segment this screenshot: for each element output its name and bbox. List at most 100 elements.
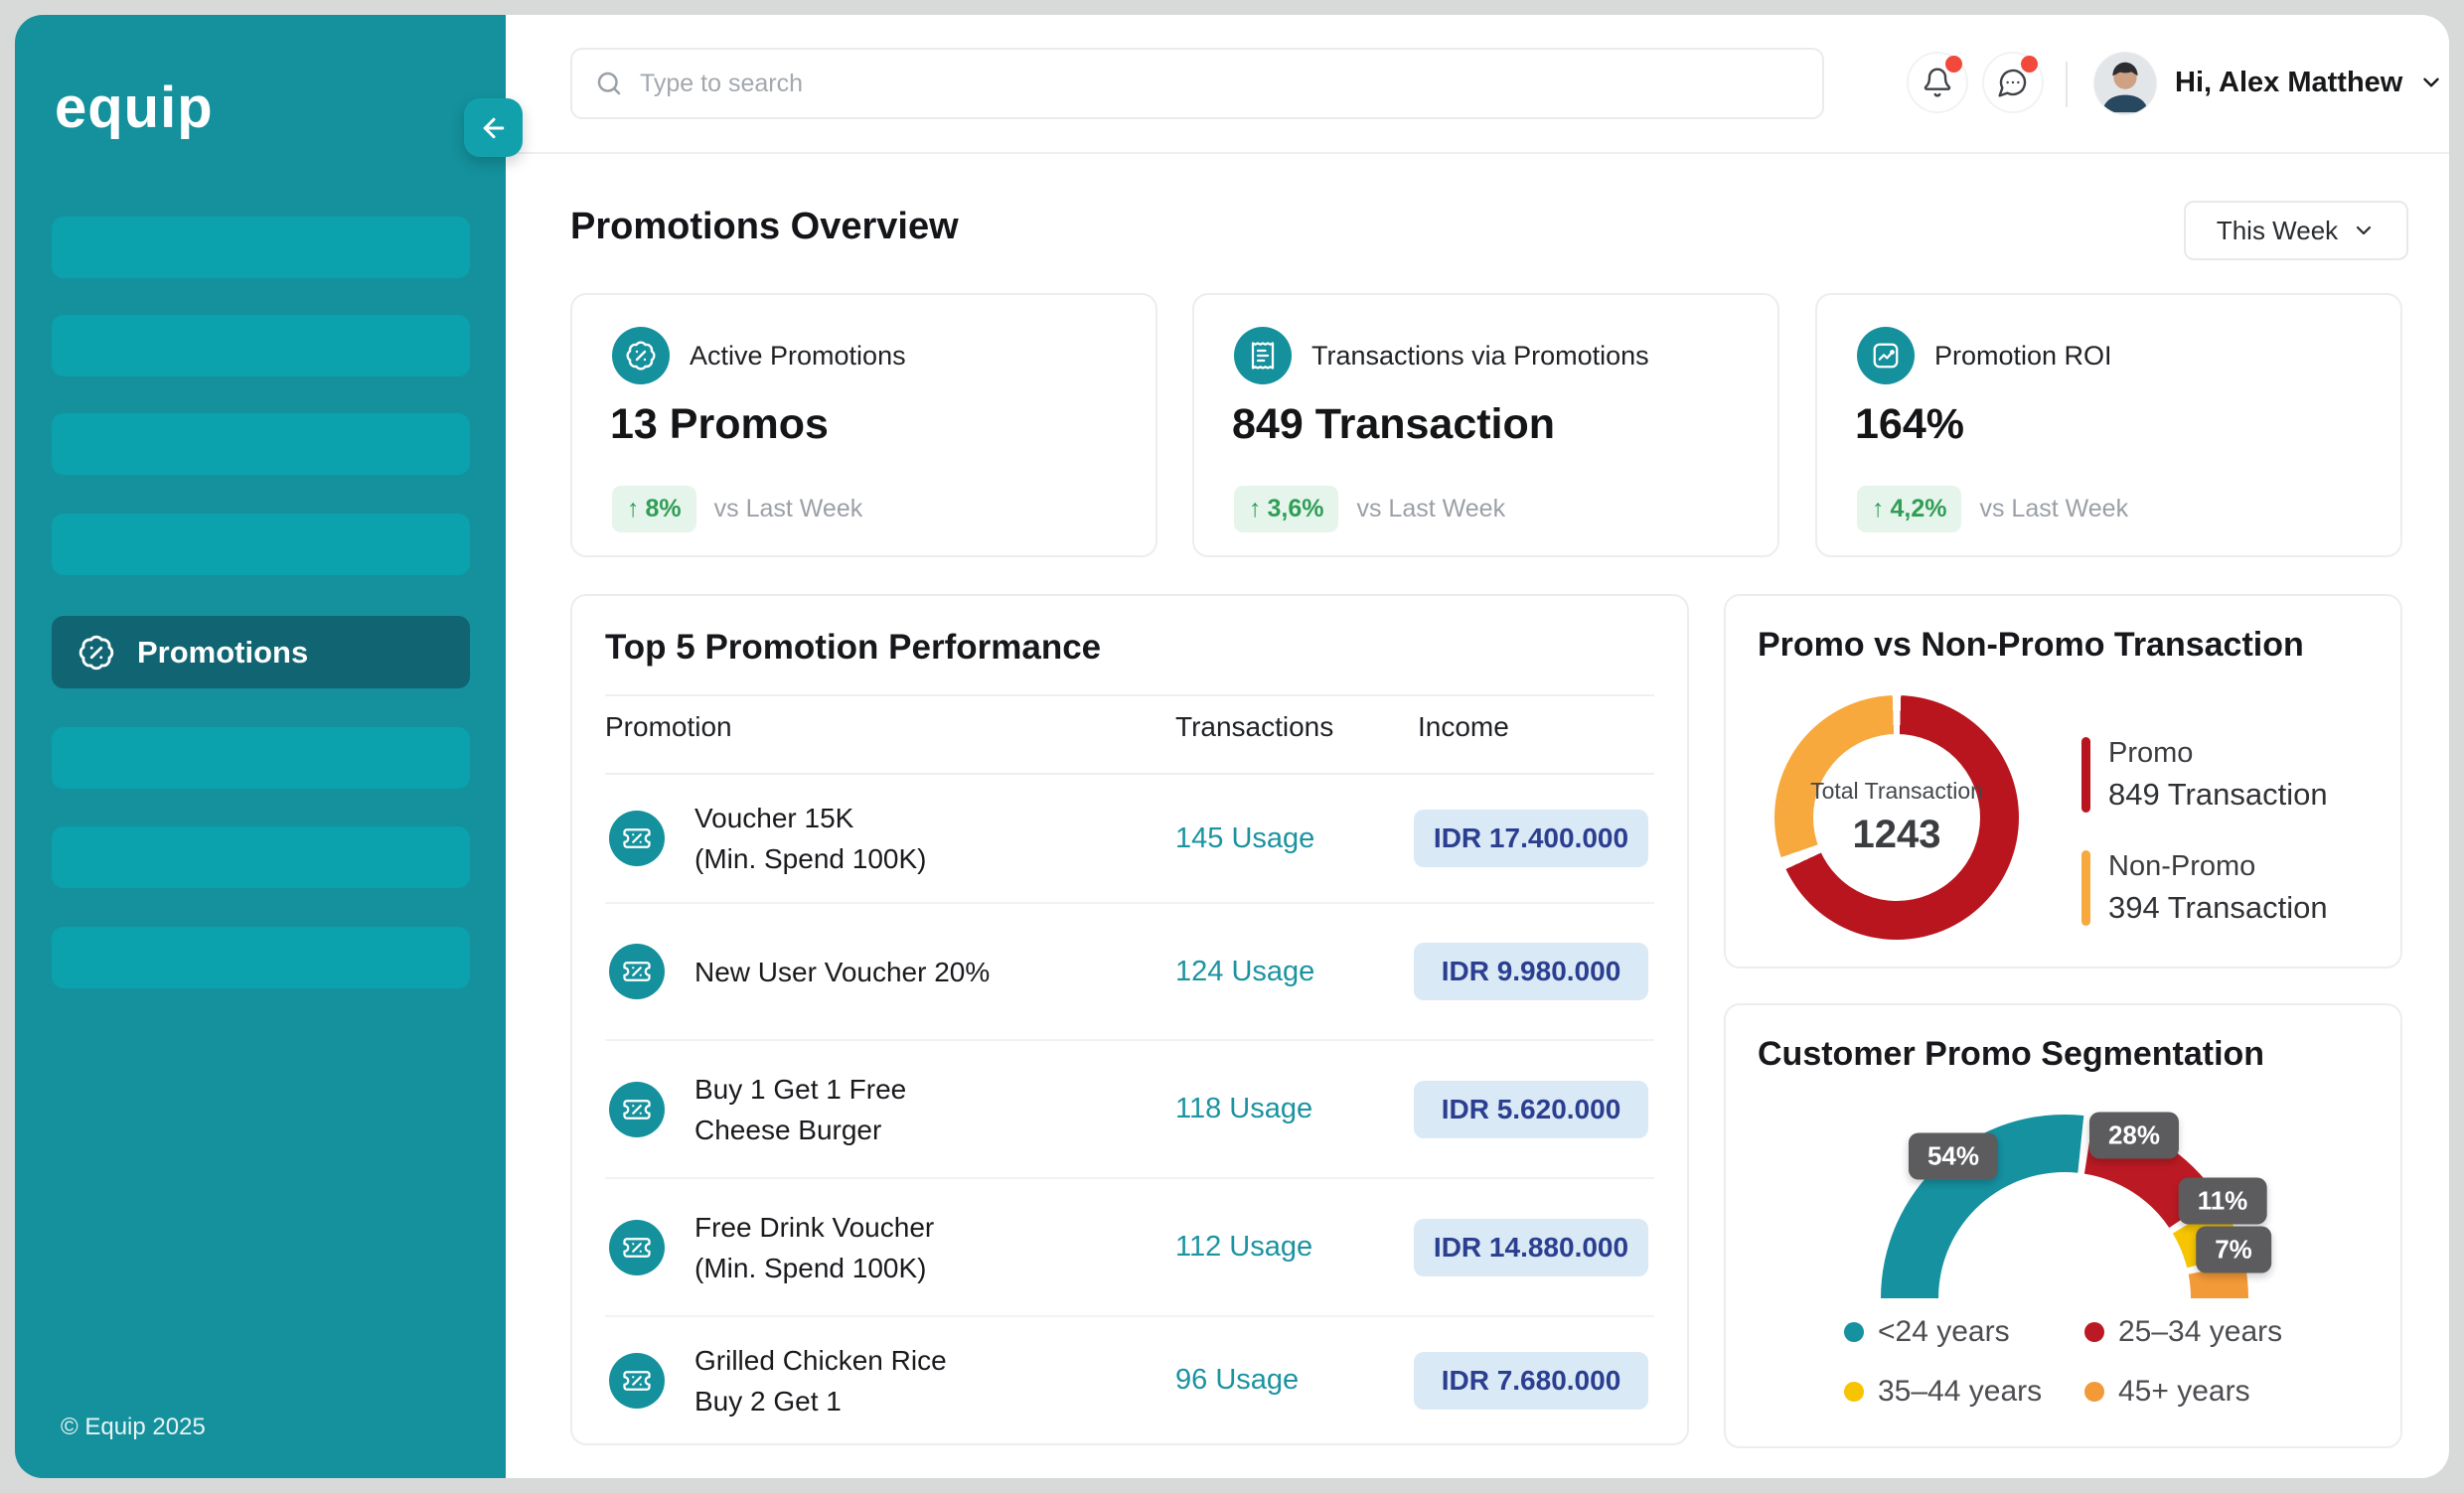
stat-card-active-promotions: Active Promotions 13 Promos ↑8% vs Last …: [570, 293, 1157, 557]
ticket-percent-icon: [609, 1220, 665, 1275]
sidebar-item-placeholder-1[interactable]: [52, 217, 470, 278]
gauge-label: 28%: [2089, 1113, 2179, 1159]
notification-badge: [1945, 56, 1962, 73]
income-badge: IDR 17.400.000: [1414, 810, 1648, 867]
usage-count: 96 Usage: [1175, 1364, 1299, 1397]
sidebar-item-placeholder-7[interactable]: [52, 927, 470, 988]
stat-label: Promotion ROI: [1934, 327, 2112, 384]
usage-count: 145 Usage: [1175, 822, 1314, 855]
gauge-label: 11%: [2179, 1178, 2267, 1225]
sidebar-item-label: Promotions: [137, 635, 308, 671]
legend-label: <24 years: [1878, 1315, 2010, 1349]
table-title: Top 5 Promotion Performance: [605, 628, 1101, 668]
greeting-text: Hi, Alex Matthew: [2175, 67, 2402, 99]
promotion-performance-card: Top 5 Promotion Performance Promotion Tr…: [570, 594, 1689, 1445]
delta-badge: ↑3,6%: [1234, 486, 1338, 532]
column-header-transactions: Transactions: [1175, 711, 1333, 743]
legend-marker-promo: [2081, 737, 2090, 813]
period-selector[interactable]: This Week: [2184, 201, 2408, 260]
legend-label: 35–44 years: [1878, 1375, 2042, 1409]
messages-button[interactable]: [1982, 52, 2044, 113]
table-row: Buy 1 Get 1 FreeCheese Burger 118 Usage …: [605, 1041, 1654, 1179]
avatar[interactable]: [2093, 52, 2157, 115]
gauge-chart: 54% 28% 11% 7%: [1737, 1085, 2392, 1323]
user-menu[interactable]: Hi, Alex Matthew: [2175, 52, 2444, 113]
income-badge: IDR 14.880.000: [1414, 1219, 1648, 1276]
sidebar-item-placeholder-5[interactable]: [52, 727, 470, 789]
usage-count: 124 Usage: [1175, 956, 1314, 988]
stat-value: 13 Promos: [610, 400, 829, 449]
arrow-left-icon: [479, 113, 509, 143]
legend-dot: [2084, 1382, 2104, 1402]
stat-card-transactions: Transactions via Promotions 849 Transact…: [1192, 293, 1779, 557]
arrow-up-icon: ↑: [627, 495, 640, 523]
delta-comparison: vs Last Week: [1979, 495, 2128, 523]
legend-item: <24 years: [1844, 1315, 2010, 1349]
table-row: Voucher 15K(Min. Spend 100K) 145 Usage I…: [605, 775, 1654, 904]
delta-badge: ↑8%: [612, 486, 696, 532]
promotion-name: Grilled Chicken RiceBuy 2 Get 1: [694, 1340, 947, 1421]
badge-percent-icon: [77, 634, 115, 672]
receipt-icon: [1234, 327, 1292, 384]
delta-comparison: vs Last Week: [1356, 495, 1505, 523]
legend-item: 25–34 years: [2084, 1315, 2282, 1349]
main-area: Hi, Alex Matthew Promotions Overview Thi…: [506, 15, 2449, 1478]
legend-label: 45+ years: [2118, 1375, 2250, 1409]
usage-count: 118 Usage: [1175, 1093, 1312, 1125]
delta-comparison: vs Last Week: [714, 495, 863, 523]
sidebar-collapse-button[interactable]: [464, 98, 523, 157]
column-header-promotion: Promotion: [605, 711, 732, 743]
topbar-divider: [2066, 62, 2068, 107]
arrow-up-icon: ↑: [1872, 495, 1885, 523]
income-badge: IDR 9.980.000: [1414, 943, 1648, 1000]
promotion-name: New User Voucher 20%: [694, 952, 990, 992]
legend-dot: [1844, 1382, 1864, 1402]
table-row: New User Voucher 20% 124 Usage IDR 9.980…: [605, 904, 1654, 1041]
legend-label: Promo: [2108, 737, 2193, 770]
stat-value: 849 Transaction: [1232, 400, 1555, 449]
legend-item: 35–44 years: [1844, 1375, 2042, 1409]
period-label: This Week: [2217, 216, 2338, 246]
chevron-down-icon: [2352, 219, 2376, 242]
customer-segmentation-card: Customer Promo Segmentation 54% 28% 11% …: [1724, 1003, 2402, 1448]
sidebar-item-placeholder-2[interactable]: [52, 315, 470, 376]
promotion-name: Buy 1 Get 1 FreeCheese Burger: [694, 1069, 906, 1150]
chevron-down-icon: [2418, 70, 2444, 95]
table-row: Free Drink Voucher(Min. Spend 100K) 112 …: [605, 1179, 1654, 1317]
search-input[interactable]: [638, 69, 1822, 99]
stat-value: 164%: [1855, 400, 1964, 449]
legend-dot: [2084, 1322, 2104, 1342]
legend-label: 25–34 years: [2118, 1315, 2282, 1349]
income-badge: IDR 7.680.000: [1414, 1352, 1648, 1410]
sidebar-item-placeholder-4[interactable]: [52, 514, 470, 575]
promo-vs-nonpromo-card: Promo vs Non-Promo Transaction Total Tra…: [1724, 594, 2402, 969]
page-title: Promotions Overview: [570, 206, 959, 248]
sidebar-item-placeholder-6[interactable]: [52, 826, 470, 888]
notifications-button[interactable]: [1907, 52, 1968, 113]
promotion-name: Free Drink Voucher(Min. Spend 100K): [694, 1207, 934, 1288]
sidebar-item-placeholder-3[interactable]: [52, 413, 470, 475]
income-badge: IDR 5.620.000: [1414, 1081, 1648, 1138]
ticket-percent-icon: [609, 1353, 665, 1409]
sidebar: equip Promotions © Equip 2025: [15, 15, 506, 1478]
ticket-percent-icon: [609, 811, 665, 866]
stat-label: Transactions via Promotions: [1311, 327, 1649, 384]
search-bar[interactable]: [570, 48, 1824, 119]
stat-card-roi: Promotion ROI 164% ↑4,2% vs Last Week: [1815, 293, 2402, 557]
delta-badge: ↑4,2%: [1857, 486, 1961, 532]
legend-marker-nonpromo: [2081, 850, 2090, 926]
chart-icon: [1857, 327, 1915, 384]
ticket-percent-icon: [609, 944, 665, 999]
gauge-label: 7%: [2196, 1227, 2271, 1273]
legend-label: Non-Promo: [2108, 850, 2255, 883]
column-header-income: Income: [1418, 711, 1509, 743]
gauge-label: 54%: [1909, 1133, 1998, 1180]
topbar: Hi, Alex Matthew: [506, 15, 2449, 154]
search-icon: [594, 69, 624, 98]
legend-value: 849 Transaction: [2108, 777, 2328, 813]
ticket-percent-icon: [609, 1082, 665, 1137]
sidebar-item-promotions[interactable]: Promotions: [52, 616, 470, 688]
legend-value: 394 Transaction: [2108, 890, 2328, 926]
legend-item: 45+ years: [2084, 1375, 2250, 1409]
donut-center: Total Transaction 1243: [1774, 695, 2019, 940]
